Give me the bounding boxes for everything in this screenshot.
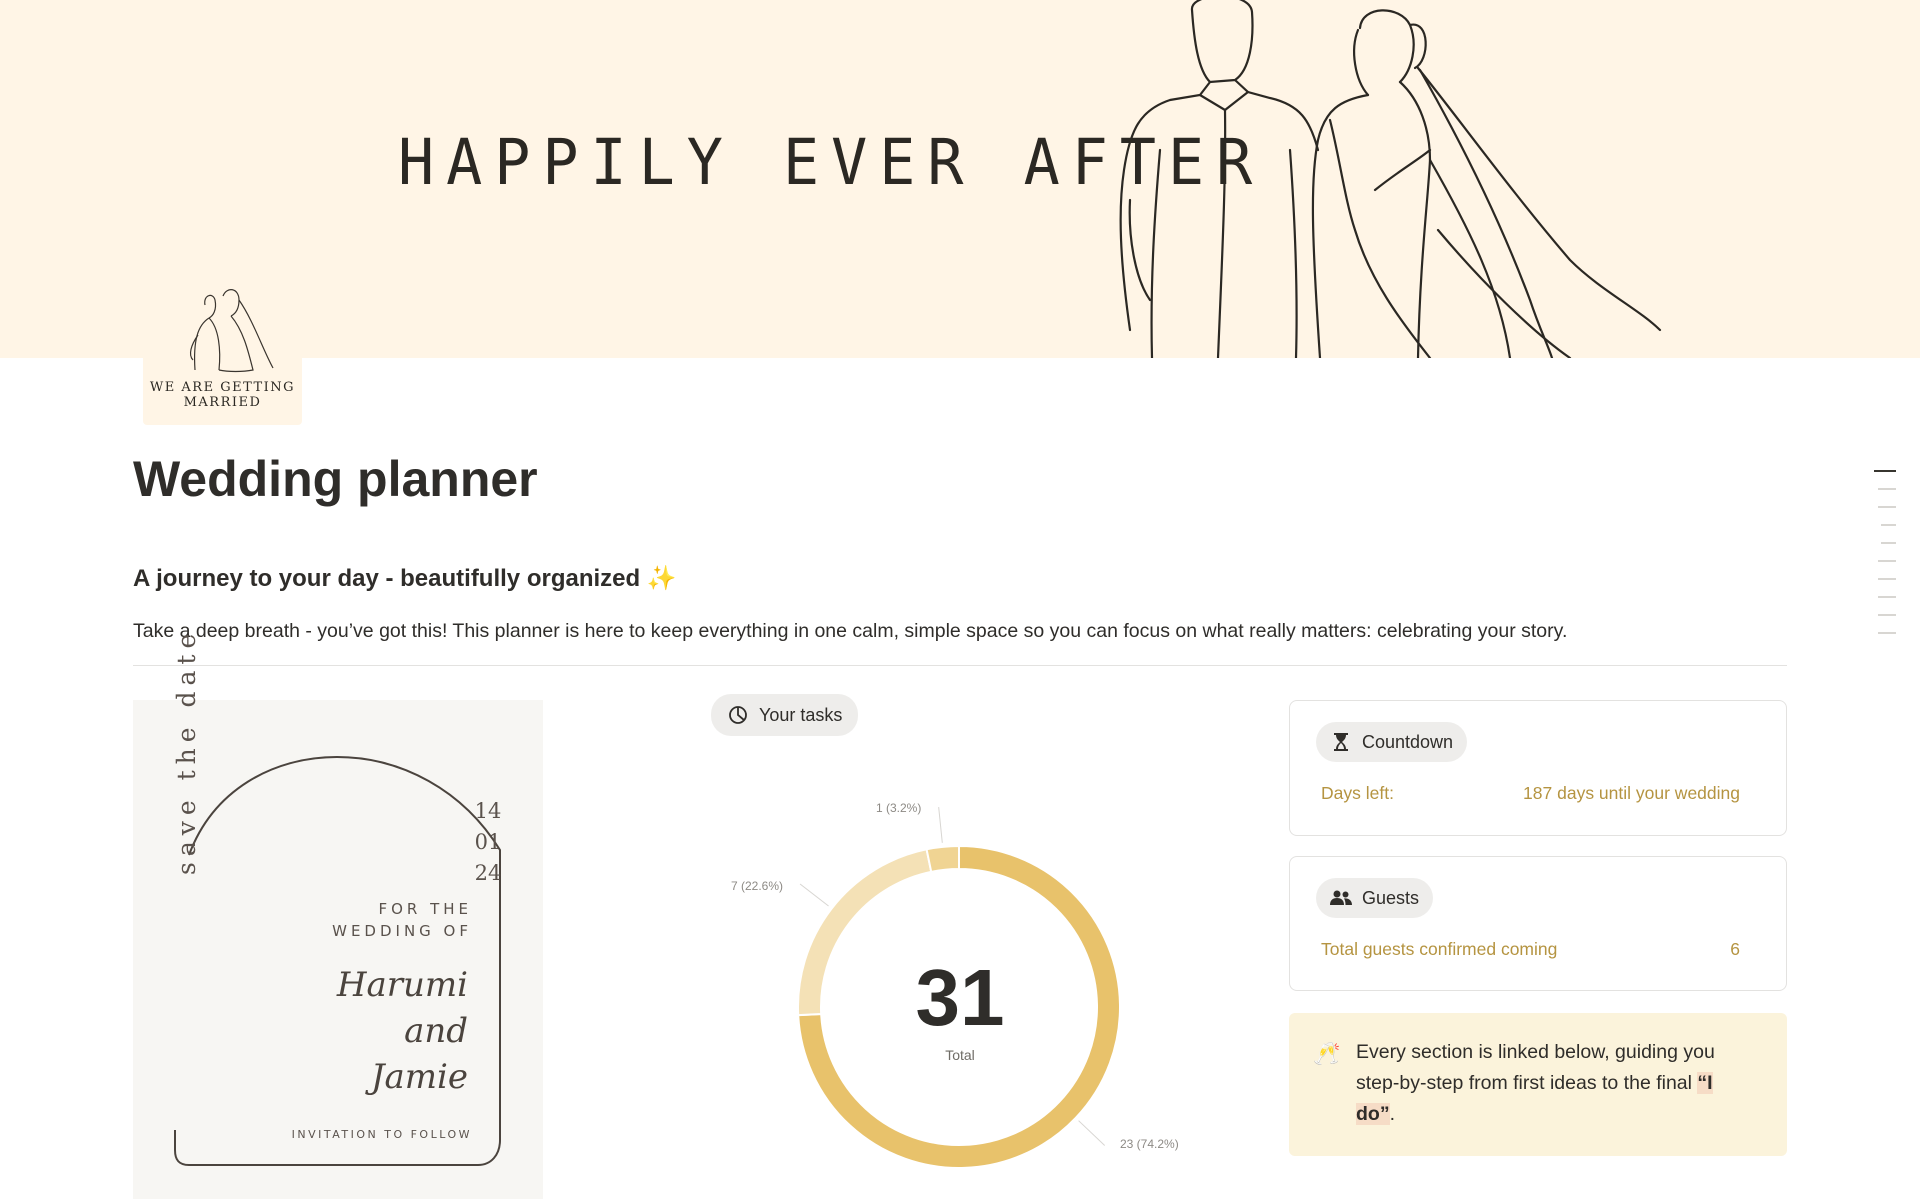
outline-item[interactable]	[1878, 488, 1896, 490]
outline-item[interactable]	[1878, 614, 1896, 616]
callout: 🥂 Every section is linked below, guiding…	[1289, 1013, 1787, 1156]
invitation-save-the-date: save the date	[172, 627, 201, 875]
invitation-name2: Jamie	[370, 1057, 468, 1097]
divider	[133, 665, 1787, 666]
donut-leader-2	[938, 806, 943, 843]
outline-item[interactable]	[1881, 524, 1896, 526]
donut-slice-2[interactable]	[925, 844, 960, 874]
slice-label-2: 1 (3.2%)	[876, 801, 922, 815]
countdown-chip[interactable]: Countdown	[1316, 722, 1468, 762]
your-tasks-chip[interactable]: Your tasks	[711, 694, 859, 736]
countdown-row-value: 187 days until your wedding	[1523, 783, 1740, 803]
countdown-row-label: Days left:	[1321, 783, 1394, 803]
page-icon-line1: WE ARE GETTING	[149, 380, 296, 395]
page-icon[interactable]: WE ARE GETTING MARRIED	[143, 280, 302, 425]
page-subtitle: A journey to your day - beautifully orga…	[133, 565, 677, 592]
hourglass-icon	[1330, 731, 1352, 753]
donut-leader-1	[799, 883, 829, 907]
page-title: Wedding planner	[133, 451, 538, 507]
page-outline[interactable]	[1874, 470, 1896, 650]
pie-chart-icon	[727, 704, 749, 726]
your-tasks-label: Your tasks	[759, 704, 843, 725]
guests-row-label: Total guests confirmed coming	[1321, 939, 1558, 959]
outline-item[interactable]	[1878, 632, 1896, 634]
countdown-label: Countdown	[1362, 731, 1454, 752]
guests-row-value: 6	[1730, 939, 1740, 959]
callout-text: Every section is linked below, guiding y…	[1356, 1037, 1756, 1130]
invitation-for: FOR THE WEDDING OF	[300, 898, 472, 942]
slice-label-0: 23 (74.2%)	[1120, 1137, 1179, 1151]
invitation-date-year: 24	[474, 861, 502, 885]
countdown-row: Days left: 187 days until your wedding	[1321, 783, 1740, 804]
chart-total-label: Total	[945, 1047, 975, 1063]
people-icon	[1330, 887, 1352, 909]
slice-label-1: 7 (22.6%)	[731, 879, 784, 893]
invitation-follow: INVITATION TO FOLLOW	[291, 1128, 472, 1141]
page-icon-line2: MARRIED	[183, 395, 262, 410]
guests-card[interactable]: Guests Total guests confirmed coming 6	[1289, 856, 1787, 991]
callout-text-after: .	[1389, 1103, 1395, 1125]
callout-text-before: Every section is linked below, guiding y…	[1356, 1041, 1715, 1094]
chart-total-value: 31	[915, 953, 1005, 1042]
countdown-card[interactable]: Countdown Days left: 187 days until your…	[1289, 700, 1787, 836]
couple-illustration	[1119, 0, 1662, 358]
clinking-glasses-icon: 🥂	[1313, 1041, 1341, 1066]
outline-item[interactable]	[1878, 596, 1896, 598]
invitation-date-month: 01	[474, 830, 502, 854]
outline-item[interactable]	[1874, 470, 1896, 472]
invitation-date: 14 01 24	[468, 796, 508, 889]
outline-item[interactable]	[1878, 506, 1896, 508]
guests-chip[interactable]: Guests	[1316, 878, 1434, 918]
invitation-and: and	[404, 1011, 468, 1051]
invitation-name1: Harumi	[336, 965, 468, 1005]
page-icon-caption: WE ARE GETTING MARRIED	[143, 380, 302, 410]
outline-item[interactable]	[1878, 560, 1896, 562]
invitation-for-line2: WEDDING OF	[332, 922, 472, 940]
outline-item[interactable]	[1881, 542, 1896, 544]
guests-label: Guests	[1362, 887, 1420, 908]
outline-item[interactable]	[1878, 578, 1896, 580]
invitation-for-line1: FOR THE	[378, 900, 472, 918]
intro-text: Take a deep breath - you’ve got this! Th…	[133, 620, 1568, 642]
guests-row: Total guests confirmed coming 6	[1321, 939, 1740, 960]
invitation-names: Harumi and Jamie	[300, 962, 468, 1100]
invitation-date-day: 14	[474, 799, 502, 823]
couple-sketch-icon	[189, 289, 274, 373]
donut-leader-0	[1078, 1120, 1106, 1146]
